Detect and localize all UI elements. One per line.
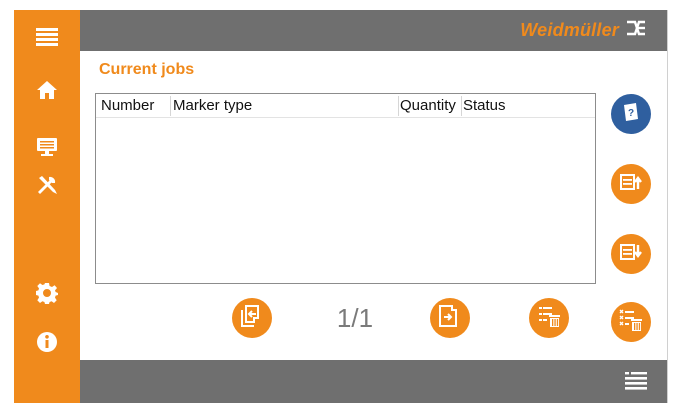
previous-page-button[interactable] xyxy=(232,298,272,338)
svg-text:?: ? xyxy=(628,108,634,119)
table-header: Number Marker type Quantity Status xyxy=(96,94,595,118)
delete-all-jobs-button[interactable] xyxy=(611,302,651,342)
column-header-number[interactable]: Number xyxy=(99,96,171,116)
header-bar: Weidmüller xyxy=(80,10,667,51)
help-button[interactable]: ? xyxy=(611,94,651,134)
list-up-icon xyxy=(620,173,642,196)
move-job-down-button[interactable] xyxy=(611,234,651,274)
page-indicator: 1/1 xyxy=(336,303,374,333)
footer-bar xyxy=(80,360,667,403)
monitor-icon[interactable] xyxy=(14,132,80,162)
settings-gear-icon[interactable] xyxy=(14,278,80,308)
info-icon[interactable] xyxy=(14,327,80,357)
list-down-icon xyxy=(620,243,642,266)
brand-name: Weidmüller xyxy=(520,20,619,40)
column-header-marker-type[interactable]: Marker type xyxy=(171,96,399,116)
menu-icon[interactable] xyxy=(14,22,80,52)
jobs-table[interactable]: Number Marker type Quantity Status xyxy=(95,93,596,284)
sidebar xyxy=(14,10,80,403)
page-back-icon xyxy=(241,304,263,332)
column-header-quantity[interactable]: Quantity xyxy=(399,96,462,116)
page-forward-icon xyxy=(439,304,461,332)
move-job-up-button[interactable] xyxy=(611,164,651,204)
brand-mark-icon xyxy=(625,19,647,42)
page-title: Current jobs xyxy=(99,61,195,78)
right-edge xyxy=(667,10,680,403)
tools-icon[interactable] xyxy=(14,170,80,200)
delete-list-icon xyxy=(537,304,561,333)
app-screen: Weidmüller Current jobs Number Marker ty… xyxy=(0,0,680,403)
column-header-status[interactable]: Status xyxy=(462,96,582,116)
delete-all-icon xyxy=(619,308,643,337)
brand-logo: Weidmüller xyxy=(520,19,647,42)
home-icon[interactable] xyxy=(14,75,80,105)
help-book-icon: ? xyxy=(622,102,640,127)
next-page-button[interactable] xyxy=(430,298,470,338)
table-body xyxy=(96,119,595,283)
job-list-icon[interactable] xyxy=(625,372,647,395)
delete-job-button[interactable] xyxy=(529,298,569,338)
